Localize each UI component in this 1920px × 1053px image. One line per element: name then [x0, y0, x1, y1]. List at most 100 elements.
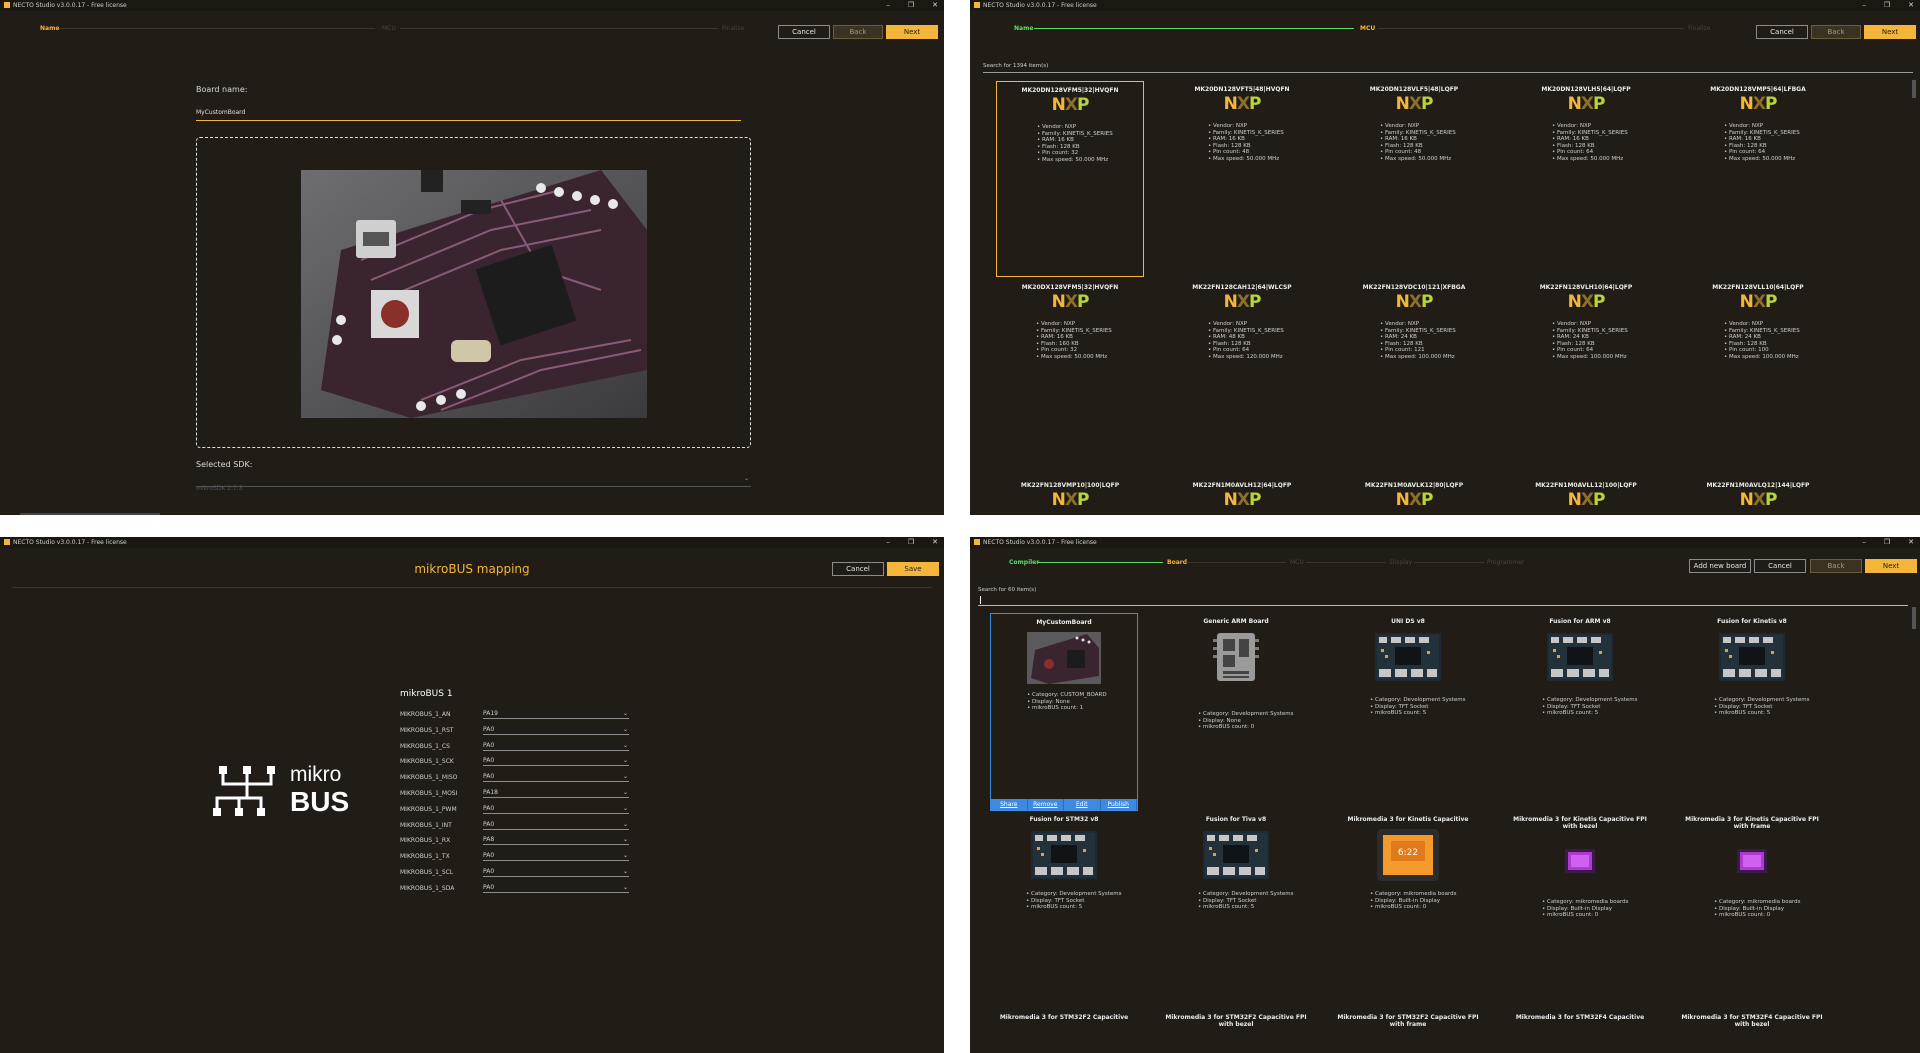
board-image	[990, 811, 1138, 891]
mcu-card[interactable]: MK22FN1M0AVLH12|64|LQFP NXP	[1168, 477, 1316, 515]
board-name-input[interactable]: MyCustomBoard	[196, 109, 245, 116]
board-card[interactable]: Fusion for Kinetis v8 Category: Developm…	[1678, 613, 1826, 811]
mcu-card[interactable]: MK22FN1M0AVLK12|80|LQFP NXP	[1340, 477, 1488, 515]
chevron-down-icon: ⌄	[622, 804, 628, 812]
mcu-card[interactable]: MK20DX128VFM5|32|HVQFN NXP Vendor: NXP F…	[996, 279, 1144, 475]
save-button[interactable]: Save	[887, 562, 939, 576]
cancel-button[interactable]: Cancel	[1756, 25, 1808, 39]
pin-select[interactable]: PA19 ⌄	[483, 710, 629, 719]
board-card[interactable]: UNI DS v8 Category: Development SystemsD…	[1334, 613, 1482, 811]
back-button[interactable]: Back	[1811, 25, 1861, 39]
step-programmer: Programmer	[1487, 559, 1525, 566]
close-icon[interactable]: ✕	[932, 537, 938, 548]
mcu-card[interactable]: MK22FN128VDC10|121|XFBGA NXP Vendor: NXP…	[1340, 279, 1488, 475]
chevron-down-icon: ⌄	[743, 475, 749, 482]
board-card[interactable]: Fusion for STM32 v8 Category: Developmen…	[990, 811, 1138, 1009]
board-name: Mikromedia 3 for STM32F2 Capacitive FPI …	[1337, 1014, 1479, 1028]
close-icon[interactable]: ✕	[1908, 537, 1914, 548]
pin-select[interactable]: PA18 ⌄	[483, 789, 629, 798]
board-card[interactable]: Mikromedia 3 for Kinetis Capacitive 6:22…	[1334, 811, 1482, 1009]
mcu-card[interactable]: MK22FN128VLH10|64|LQFP NXP Vendor: NXP F…	[1512, 279, 1660, 475]
pin-select[interactable]: PA0 ⌄	[483, 742, 629, 751]
minimize-icon[interactable]: –	[886, 537, 890, 548]
board-card[interactable]: Mikromedia 3 for Kinetis Capacitive FPI …	[1506, 811, 1654, 1009]
board-specs: Category: mikromedia boardsDisplay: Buil…	[1542, 899, 1629, 919]
mcu-name: MK22FN1M0AVLK12|80|LQFP	[1364, 482, 1464, 489]
back-button[interactable]: Back	[833, 25, 883, 39]
nxp-logo: NXP	[1395, 292, 1434, 312]
board-specs: Category: Development SystemsDisplay: TF…	[1370, 697, 1465, 717]
board-action-publish[interactable]: Publish	[1101, 799, 1137, 810]
search-input[interactable]	[983, 72, 1913, 73]
search-input[interactable]	[978, 594, 1908, 606]
app-icon	[974, 539, 980, 545]
nxp-logo: NXP	[1567, 94, 1606, 114]
pin-select[interactable]: PA0 ⌄	[483, 726, 629, 735]
next-button[interactable]: Next	[1864, 25, 1916, 39]
board-card[interactable]: Mikromedia 3 for STM32F2 Capacitive	[990, 1009, 1138, 1053]
close-icon[interactable]: ✕	[932, 0, 938, 11]
board-card[interactable]: Fusion for ARM v8 Category: Development …	[1506, 613, 1654, 811]
pin-select[interactable]: PA8 ⌄	[483, 836, 629, 846]
mcu-card[interactable]: MK22FN128VLL10|64|LQFP NXP Vendor: NXP F…	[1684, 279, 1832, 475]
board-card[interactable]: Mikromedia 3 for STM32F2 Capacitive FPI …	[1334, 1009, 1482, 1053]
mcu-card[interactable]: MK22FN1M0AVLQ12|144|LQFP NXP	[1684, 477, 1832, 515]
chevron-down-icon: ⌄	[622, 789, 628, 796]
search-result-count: Search for 1394 item(s)	[983, 63, 1049, 69]
board-specs: Category: mikromedia boardsDisplay: Buil…	[1370, 891, 1457, 911]
mcu-card[interactable]: MK20DN128VFM5|32|HVQFN NXP Vendor: NXP F…	[996, 81, 1144, 277]
cancel-button[interactable]: Cancel	[832, 562, 884, 576]
scrollbar[interactable]	[1912, 607, 1916, 629]
cancel-button[interactable]: Cancel	[778, 25, 830, 39]
mcu-card[interactable]: MK20DN128VFT5|48|HVQFN NXP Vendor: NXP F…	[1168, 81, 1316, 277]
mcu-card[interactable]: MK20DN128VLF5|48|LQFP NXP Vendor: NXP Fa…	[1340, 81, 1488, 277]
pin-select[interactable]: PA0 ⌄	[483, 852, 629, 862]
pin-select[interactable]: PA0 ⌄	[483, 757, 629, 767]
next-button[interactable]: Next	[886, 25, 938, 39]
mcu-card[interactable]: MK20DN128VLH5|64|LQFP NXP Vendor: NXP Fa…	[1512, 81, 1660, 277]
board-action-edit[interactable]: Edit	[1064, 799, 1101, 810]
board-card[interactable]: Mikromedia 3 for STM32F4 Capacitive	[1506, 1009, 1654, 1053]
sdk-select[interactable]: mikroSDK 2.7.3 ⌄	[196, 475, 751, 492]
board-image	[1506, 613, 1654, 693]
pin-label: MIKROBUS_1_RX	[400, 837, 451, 845]
maximize-icon[interactable]: ❐	[908, 0, 914, 11]
maximize-icon[interactable]: ❐	[1884, 537, 1890, 548]
minimize-icon[interactable]: –	[1862, 0, 1866, 11]
pin-select[interactable]: PA0 ⌄	[483, 773, 629, 783]
pin-select[interactable]: PA0 ⌄	[483, 805, 629, 814]
mcu-name: MK22FN128VDC10|121|XFBGA	[1362, 284, 1466, 291]
board-card[interactable]: MyCustomBoard Category: CUSTOM_BOARDDisp…	[990, 613, 1138, 811]
mcu-card[interactable]: MK20DN128VMP5|64|LFBGA NXP Vendor: NXP F…	[1684, 81, 1832, 277]
pin-select[interactable]: PA0 ⌄	[483, 868, 629, 877]
add-new-board-button[interactable]: Add new board	[1689, 559, 1751, 573]
board-card[interactable]: Generic ARM Board Category: Development …	[1162, 613, 1310, 811]
panel-mcu-selection: NECTO Studio v3.0.0.17 - Free license – ❐…	[970, 0, 1920, 515]
board-card[interactable]: Fusion for Tiva v8 Category: Development…	[1162, 811, 1310, 1009]
cancel-button[interactable]: Cancel	[1754, 559, 1806, 573]
close-icon[interactable]: ✕	[1908, 0, 1914, 11]
board-card[interactable]: Mikromedia 3 for STM32F2 Capacitive FPI …	[1162, 1009, 1310, 1053]
next-button[interactable]: Next	[1865, 559, 1917, 573]
scrollbar[interactable]	[1912, 80, 1916, 98]
mcu-card[interactable]: MK22FN1M0AVLL12|100|LQFP NXP	[1512, 477, 1660, 515]
board-card[interactable]: Mikromedia 3 for STM32F4 Capacitive FPI …	[1678, 1009, 1826, 1053]
board-card[interactable]: Mikromedia 3 for Kinetis Capacitive FPI …	[1678, 811, 1826, 1009]
step-mcu: MCU	[382, 25, 396, 32]
back-button[interactable]: Back	[1810, 559, 1862, 573]
mcu-card[interactable]: MK22FN128CAH12|64|WLCSP NXP Vendor: NXP …	[1168, 279, 1316, 475]
board-action-share[interactable]: Share	[991, 799, 1028, 810]
minimize-icon[interactable]: –	[1862, 537, 1866, 548]
mcu-card[interactable]: MK22FN128VMP10|100|LQFP NXP	[996, 477, 1144, 515]
pin-select[interactable]: PA0 ⌄	[483, 884, 629, 893]
maximize-icon[interactable]: ❐	[908, 537, 914, 548]
board-name: Mikromedia 3 for STM32F4 Capacitive FPI …	[1681, 1014, 1823, 1028]
chevron-down-icon: ⌄	[622, 868, 628, 875]
board-image	[1334, 613, 1482, 693]
maximize-icon[interactable]: ❐	[1884, 0, 1890, 11]
minimize-icon[interactable]: –	[886, 0, 890, 11]
nxp-logo: NXP	[1223, 490, 1262, 510]
image-drop-zone[interactable]	[196, 137, 751, 448]
pin-select[interactable]: PA0 ⌄	[483, 821, 629, 830]
board-action-remove[interactable]: Remove	[1028, 799, 1064, 810]
